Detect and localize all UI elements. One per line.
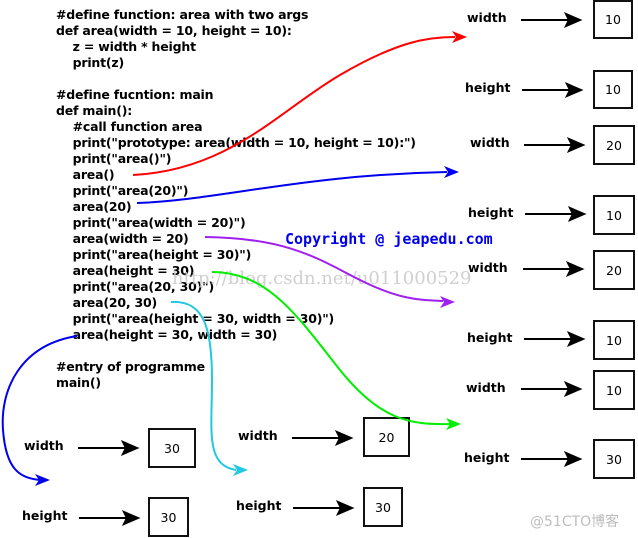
code-line: area(20, 30) (56, 295, 158, 310)
pointer-arrow (293, 500, 355, 516)
arrowhead (452, 31, 467, 43)
copyright-text: Copyright @ jeapedu.com (285, 230, 493, 248)
param-label: width (468, 260, 508, 275)
value-box: 30 (363, 487, 403, 527)
param-label: width (238, 428, 278, 443)
arrowhead (35, 474, 50, 486)
code-line: print("prototype: area(width = 10, heigh… (56, 135, 416, 150)
param-label: width (466, 380, 506, 395)
param-label: height (465, 80, 511, 95)
value-box: 20 (593, 125, 635, 165)
watermark-corner: @51CTO博客 (530, 514, 620, 530)
param-label: height (22, 508, 68, 523)
code-line: print("area(height = 30)") (56, 247, 252, 262)
pointer-arrow (292, 430, 354, 446)
param-label: width (470, 135, 510, 150)
pointer-arrow (525, 206, 587, 222)
pointer-arrow (524, 331, 586, 347)
pointer-arrow (79, 510, 141, 526)
pointer-arrow (523, 261, 585, 277)
diagram-canvas: #define function: area with two args def… (0, 0, 638, 538)
value-box: 30 (148, 428, 196, 468)
code-line: area(20) (56, 199, 132, 214)
param-label: height (236, 498, 282, 513)
code-line: #call function area (56, 119, 203, 134)
param-label: height (464, 450, 510, 465)
code-line: area(height = 30, width = 30) (56, 327, 278, 342)
code-line: z = width * height (56, 39, 196, 54)
pointer-arrow (521, 381, 583, 397)
value-box: 10 (593, 0, 633, 39)
param-label: width (467, 10, 507, 25)
pointer-arrow (521, 12, 583, 28)
value-box: 10 (593, 320, 635, 360)
param-label: height (467, 330, 513, 345)
call-arrow-area-height-30 (211, 271, 451, 426)
param-label: height (468, 205, 514, 220)
code-line: #define fucntion: main (56, 87, 214, 102)
value-box: 30 (148, 497, 189, 537)
pointer-arrow (78, 440, 140, 456)
code-line: def main(): (56, 103, 133, 118)
value-box: 30 (593, 439, 635, 479)
code-line: print("area(height = 30, width = 30)") (56, 311, 335, 326)
code-line: def area(width = 10, height = 10): (56, 23, 292, 38)
code-line: #entry of programme (56, 359, 205, 374)
code-line: print("area()") (56, 151, 172, 166)
value-box: 10 (593, 370, 635, 410)
value-box: 20 (593, 250, 635, 290)
watermark-url: http://blog.csdn.net/u011000529 (172, 268, 472, 289)
code-line: print("area(width = 20)") (56, 215, 246, 230)
pointer-arrow (521, 451, 583, 467)
value-box: 10 (593, 70, 633, 109)
arrowhead (440, 296, 455, 308)
call-arrow-area-default (132, 36, 456, 176)
value-box: 20 (363, 417, 410, 457)
code-line: main() (56, 375, 101, 390)
value-box: 10 (593, 195, 635, 235)
arrowhead (444, 166, 459, 178)
code-line: area(width = 20) (56, 231, 189, 246)
code-line: print(z) (56, 55, 125, 70)
pointer-arrow (524, 137, 586, 153)
call-arrow-area-height-width (1, 335, 78, 481)
code-line: #define function: area with two args (56, 7, 309, 22)
param-label: width (24, 438, 64, 453)
code-line: print("area(20)") (56, 183, 189, 198)
pointer-arrow (522, 82, 584, 98)
arrowhead (446, 418, 461, 430)
arrowhead (233, 464, 248, 476)
code-line: area() (56, 167, 115, 182)
